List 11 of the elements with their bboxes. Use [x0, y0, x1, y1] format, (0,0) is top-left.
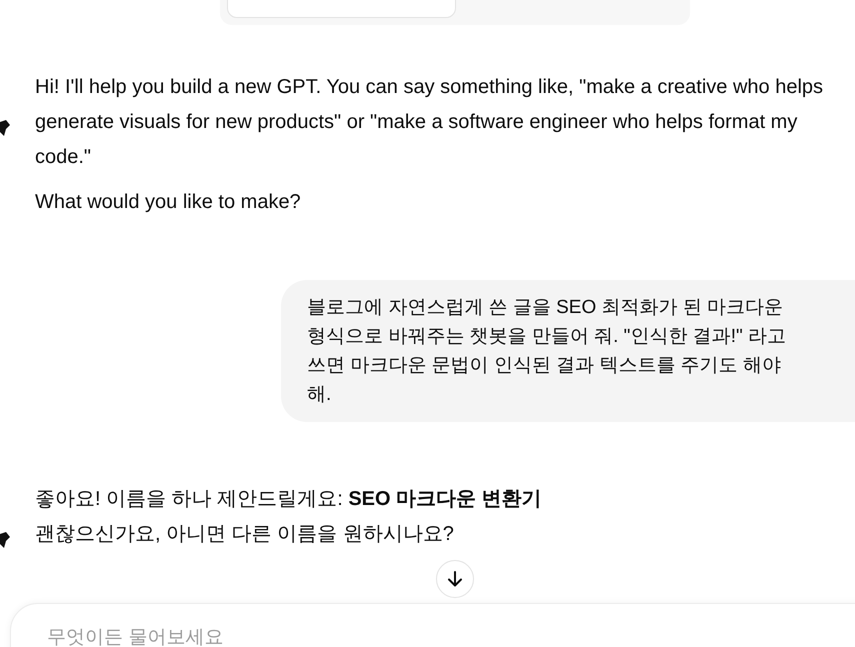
assistant-message-text: Hi! I'll help you build a new GPT. You can say something like, "make a creative who helps generate visuals for new products" or "make a software engineer who helps format my code.": [35, 75, 824, 170]
assistant-message-text: What would you like to make?: [35, 190, 302, 215]
scroll-down-button[interactable]: [436, 560, 474, 598]
user-message-text: 블로그에 자연스럽게 쓴 글을 SEO 최적화가 된 마크다운 형식으로 바꿔주는 챗봇을 만들어 줘. "인식한 결과!" 라고 쓰면 마크다운 문법이 인식된 결과 텍스트를 주기도 해야 해.: [307, 296, 787, 407]
message-field[interactable]: 무엇이든 물어보세요: [47, 624, 647, 647]
message-input[interactable]: 무엇이든 물어보세요: [10, 603, 855, 647]
assistant-avatar-icon: [0, 532, 10, 548]
arrow-down-icon: [446, 570, 464, 588]
assistant-message-text: 괜찮으신가요, 아니면 다른 이름을 원하시나요?: [35, 522, 455, 547]
assistant-avatar-icon: [0, 120, 10, 136]
assistant-message-text: 좋아요! 이름을 하나 제안드릴게요: SEO 마크다운 변환기: [35, 487, 543, 512]
